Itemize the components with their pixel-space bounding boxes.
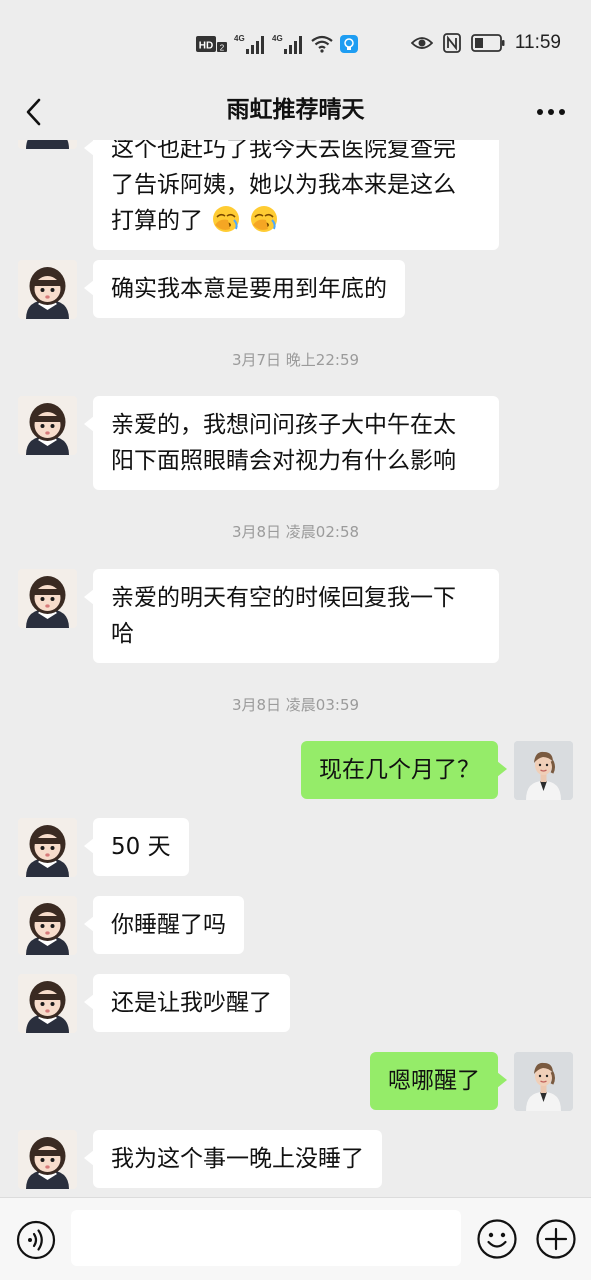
message-text: 50 天 xyxy=(111,834,171,860)
hd-label: HD xyxy=(199,41,213,52)
voice-icon xyxy=(16,1220,56,1260)
message-timestamp: 3月8日 凌晨02:58 xyxy=(231,523,360,541)
message-text: 嗯哪醒了 xyxy=(388,1068,480,1094)
message-line: 了告诉阿姨，她以为我本来是这么 xyxy=(111,172,456,198)
message-bubble-incoming[interactable]: 还是让我吵醒了 xyxy=(84,974,290,1032)
chat-title: 雨虹推荐晴天 xyxy=(226,97,365,123)
message-bubble-outgoing[interactable]: 现在几个月了？ xyxy=(301,741,507,799)
message-line: 这个也赶巧了我今天去医院复查完 xyxy=(111,140,456,162)
message-line: 哈 xyxy=(111,621,134,647)
chat-header: 雨虹推荐晴天 xyxy=(0,84,591,140)
message-bubble-incoming[interactable]: 确实我本意是要用到年底的 xyxy=(84,260,405,318)
self-avatar[interactable] xyxy=(514,1052,573,1111)
message-bubble-outgoing[interactable]: 嗯哪醒了 xyxy=(370,1052,507,1110)
message-timestamp: 3月7日 晚上22:59 xyxy=(231,351,360,369)
contact-avatar[interactable] xyxy=(18,140,77,149)
message-text: 还是让我吵醒了 xyxy=(111,990,272,1016)
battery-icon xyxy=(470,34,505,52)
app-notification-icon xyxy=(340,35,358,53)
contact-avatar[interactable] xyxy=(18,818,77,877)
signal-4g-icon: 4G xyxy=(234,34,264,54)
message-text: 打算的了 xyxy=(111,208,203,234)
message-line: 亲爱的明天有空的时候回复我一下 xyxy=(111,585,456,611)
message-bubble-incoming[interactable]: 亲爱的，我想问问孩子大中午在太 阳下面照眼睛会对视力有什么影响 xyxy=(84,396,499,490)
status-icons-left: HD 2 4G 4G xyxy=(196,32,358,56)
plus-icon xyxy=(536,1219,576,1259)
contact-avatar[interactable] xyxy=(18,1130,77,1189)
contact-avatar[interactable] xyxy=(18,974,77,1033)
message-text: 确实我本意是要用到年底的 xyxy=(111,276,387,302)
wifi-icon xyxy=(311,35,333,53)
contact-avatar[interactable] xyxy=(18,569,77,628)
message-bubble-incoming[interactable]: 我为这个事一晚上没睡了 xyxy=(84,1130,382,1188)
facepalm-emoji-icon xyxy=(250,206,277,232)
emoji-button[interactable] xyxy=(476,1218,518,1260)
contact-avatar[interactable] xyxy=(18,896,77,955)
message-input[interactable] xyxy=(71,1210,461,1266)
message-text: 你睡醒了吗 xyxy=(111,912,226,938)
net-label-1: 4G xyxy=(234,34,245,43)
message-bubble-incoming[interactable]: 你睡醒了吗 xyxy=(84,896,244,954)
message-bubble-incoming[interactable]: 50 天 xyxy=(84,818,189,876)
signal-4g-icon: 4G xyxy=(272,34,302,54)
input-bar xyxy=(0,1197,591,1280)
status-bar: HD 2 4G 4G 11:59 xyxy=(0,0,591,84)
more-dots-icon xyxy=(537,109,565,115)
status-icons-right: 11:59 xyxy=(410,30,561,56)
message-timestamp: 3月8日 凌晨03:59 xyxy=(231,696,360,714)
contact-avatar[interactable] xyxy=(18,260,77,319)
message-list[interactable]: 这个也赶巧了我今天去医院复查完 了告诉阿姨，她以为我本来是这么 打算的了 确实我… xyxy=(0,140,591,1197)
message-text: 现在几个月了？ xyxy=(319,757,480,783)
eye-comfort-icon xyxy=(410,37,433,49)
voice-button[interactable] xyxy=(16,1220,56,1260)
nfc-icon xyxy=(442,33,461,53)
contact-avatar[interactable] xyxy=(18,396,77,455)
hd-sub-label: 2 xyxy=(220,44,225,53)
status-time: 11:59 xyxy=(514,32,561,53)
message-bubble-incoming[interactable]: 亲爱的明天有空的时候回复我一下 哈 xyxy=(84,569,499,663)
message-bubble-incoming[interactable]: 这个也赶巧了我今天去医院复查完 了告诉阿姨，她以为我本来是这么 打算的了 xyxy=(84,140,499,250)
message-line: 亲爱的，我想问问孩子大中午在太 xyxy=(111,412,456,438)
facepalm-emoji-icon xyxy=(213,206,240,232)
emoji-icon xyxy=(477,1219,517,1259)
more-button[interactable] xyxy=(531,92,571,132)
plus-button[interactable] xyxy=(535,1218,577,1260)
message-line: 打算的了 xyxy=(111,203,481,239)
self-avatar[interactable] xyxy=(514,741,573,800)
hd-volte-icon: HD 2 xyxy=(196,36,227,53)
message-line: 阳下面照眼睛会对视力有什么影响 xyxy=(111,448,456,474)
net-label-2: 4G xyxy=(272,34,283,43)
message-text: 我为这个事一晚上没睡了 xyxy=(111,1146,364,1172)
